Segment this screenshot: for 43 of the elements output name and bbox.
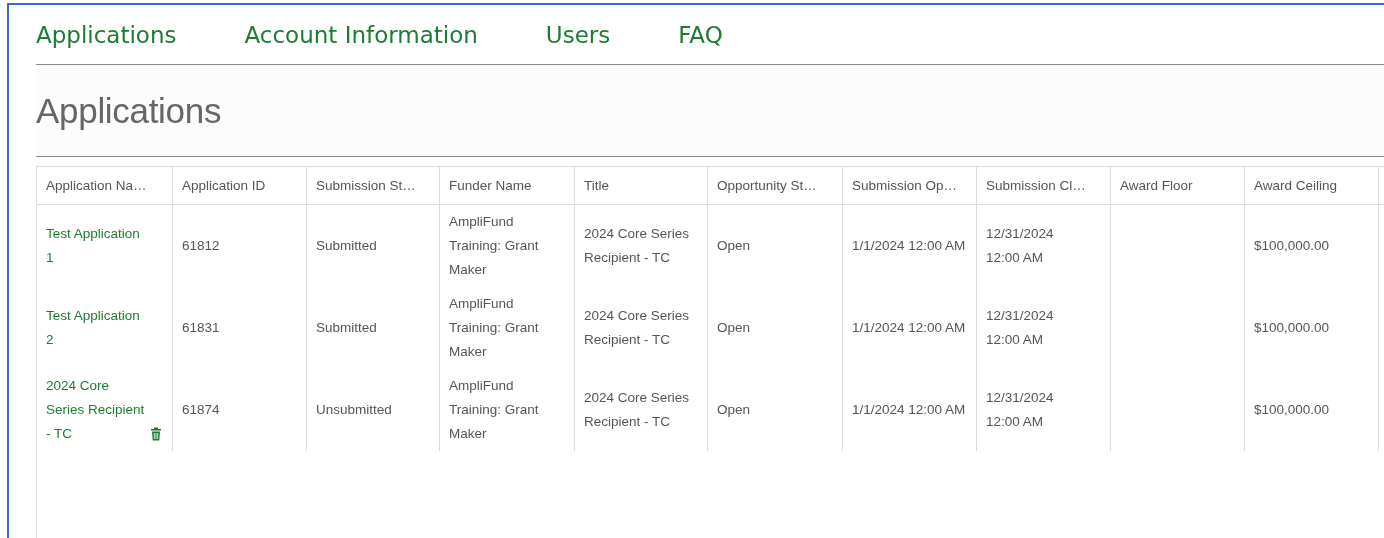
column-header[interactable]: Award Floor	[1111, 167, 1245, 204]
column-header[interactable]: Title	[575, 167, 708, 204]
table-cell-text: AmpliFund Training: Grant Maker	[449, 295, 540, 361]
table-cell-text: Submitted	[316, 237, 377, 255]
column-header[interactable]: Application ID	[173, 167, 307, 204]
table-cell-text: AmpliFund Training: Grant Maker	[449, 213, 540, 279]
table-cell-text: 12/31/2024 12:00 AM	[986, 225, 1055, 267]
table-cell-text: AmpliFund Training: Grant Maker	[449, 377, 540, 443]
table-cell-text: 12/31/2024 12:00 AM	[986, 307, 1055, 349]
column-header[interactable]: Award Ceiling	[1245, 167, 1379, 204]
application-link[interactable]: Test Application 1	[46, 222, 146, 270]
table-cell-text: Open	[717, 319, 751, 337]
table-cell-text: 2024 Core Series Recipient - TC	[584, 307, 691, 349]
column-header[interactable]: Submission St…	[307, 167, 440, 204]
table-cell-text: 1/1/2024 12:00 AM	[852, 401, 966, 419]
table-cell-text: 61812	[182, 237, 220, 255]
table-cell-text: Unsubmitted	[316, 401, 392, 419]
table-cell-text: 2024 Core Series Recipient - TC	[584, 225, 691, 267]
table-cell-text: 12/31/2024 12:00 AM	[986, 389, 1055, 431]
column-header[interactable]: Funder Name	[440, 167, 575, 204]
column-header[interactable]: Application Na…	[37, 167, 173, 204]
table-cell-text: 1/1/2024 12:00 AM	[852, 319, 966, 337]
table-cell-text: 61831	[182, 319, 220, 337]
table-cell-text: $100,000.00	[1254, 319, 1330, 337]
table-cell-text: $100,000.00	[1254, 237, 1330, 255]
column-header[interactable]: Submission Cl…	[977, 167, 1111, 204]
table-cell-text: 1/1/2024 12:00 AM	[852, 237, 966, 255]
column-header[interactable]: Opportunity St…	[708, 167, 843, 204]
column-header[interactable]: Submission Op…	[843, 167, 977, 204]
table-cell-text: 61874	[182, 401, 220, 419]
application-link[interactable]: Test Application 2	[46, 304, 146, 352]
nav-link[interactable]: FAQ	[678, 21, 723, 48]
table-cell-text: 2024 Core Series Recipient - TC	[584, 389, 691, 431]
nav-link[interactable]: Account Information	[244, 21, 478, 48]
page-title: Applications	[36, 90, 222, 131]
nav-link[interactable]: Users	[545, 21, 611, 48]
table-cell-text: $100,000.00	[1254, 401, 1330, 419]
trash-icon[interactable]	[150, 427, 162, 441]
table-cell-text: Open	[717, 237, 751, 255]
table-cell-text: Open	[717, 401, 751, 419]
nav-link[interactable]: Applications	[36, 21, 177, 48]
application-link[interactable]: 2024 Core Series Recipient - TC	[46, 374, 146, 446]
table-cell-text: Submitted	[316, 319, 377, 337]
